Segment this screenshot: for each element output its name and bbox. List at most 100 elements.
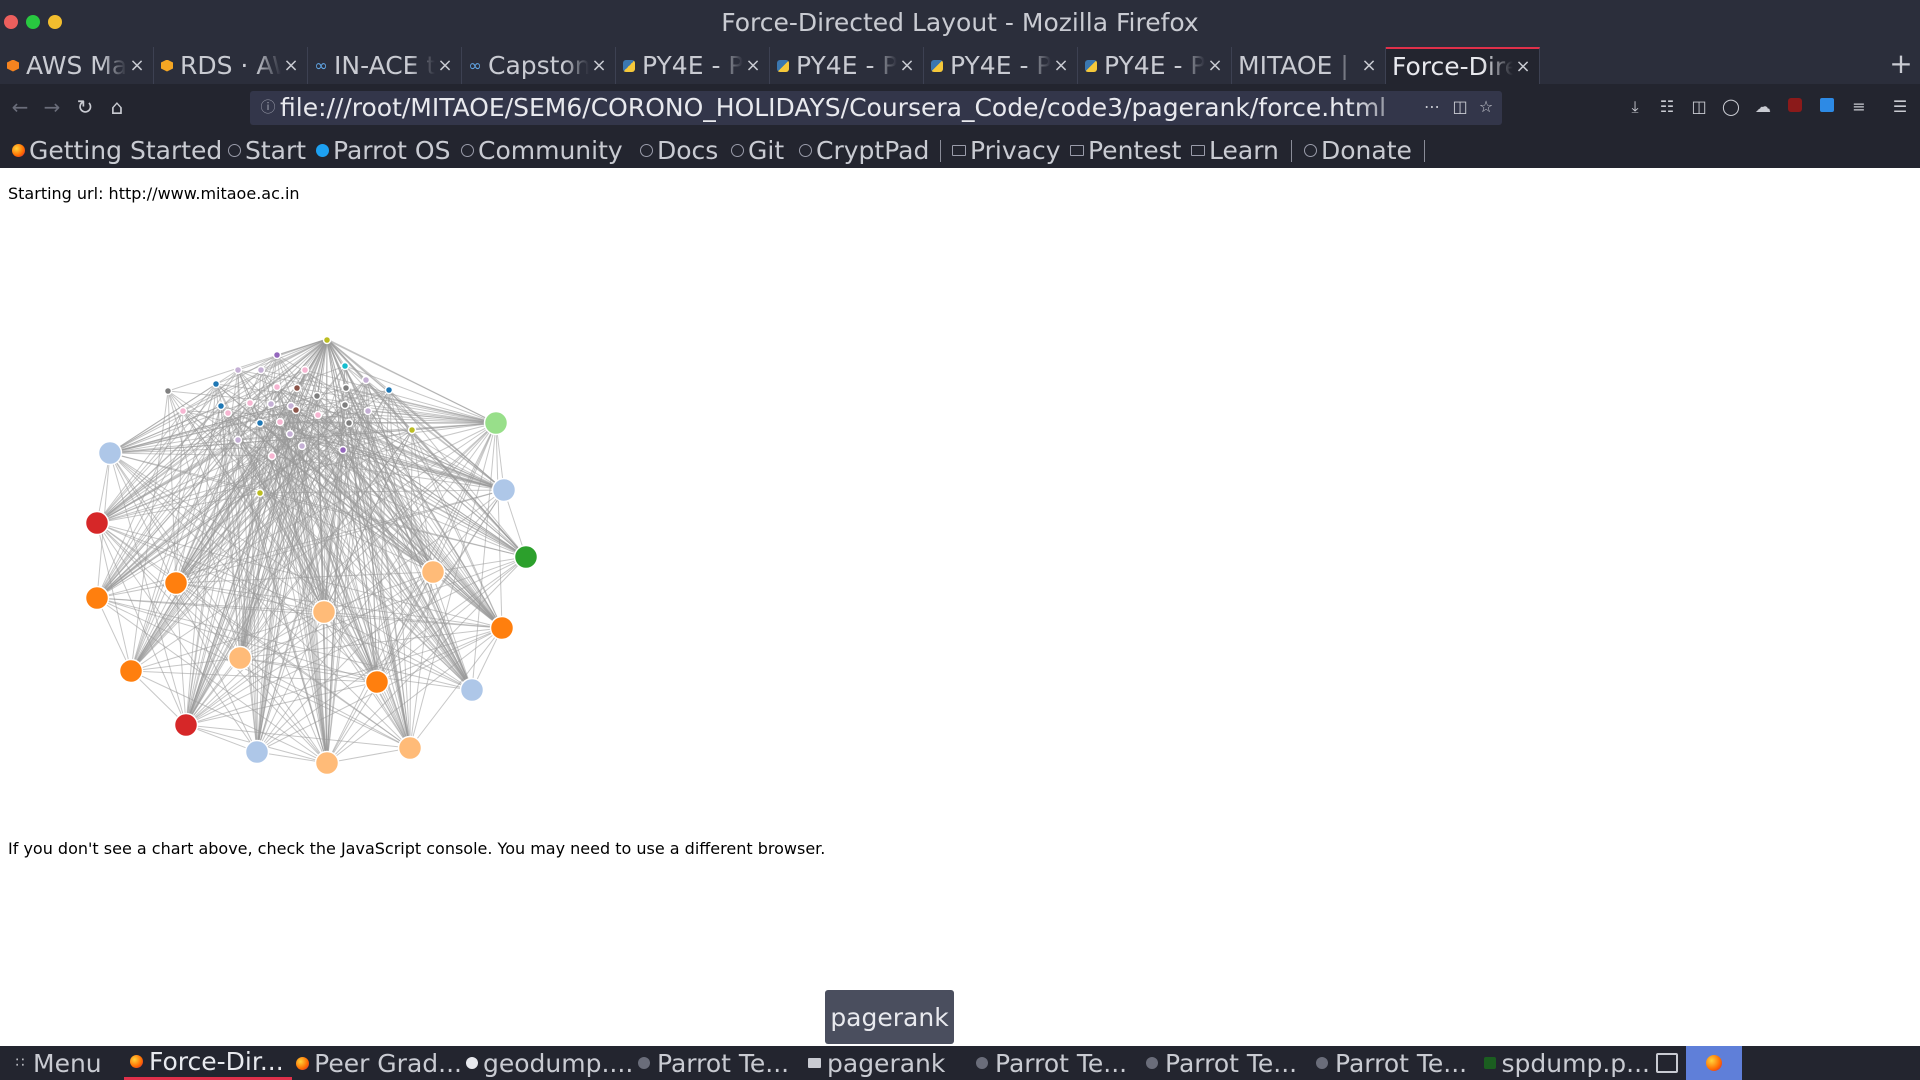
taskbar-item-1[interactable]: Force-Dir... bbox=[124, 1046, 292, 1080]
forward-button[interactable]: → bbox=[39, 94, 65, 120]
sidebar-icon[interactable]: ◫ bbox=[1687, 95, 1711, 119]
graph-node-small[interactable] bbox=[322, 335, 332, 345]
graph-node-small[interactable] bbox=[338, 445, 348, 455]
graph-node-small[interactable] bbox=[211, 379, 221, 389]
graph-node-small[interactable] bbox=[255, 488, 265, 498]
graph-node-small[interactable] bbox=[163, 386, 173, 396]
graph-node[interactable] bbox=[489, 615, 515, 641]
tab-close-icon[interactable]: × bbox=[281, 55, 301, 76]
graph-node-small[interactable] bbox=[267, 451, 277, 461]
tab-1[interactable]: AWS Management Console× bbox=[0, 47, 154, 84]
taskbar-item-9[interactable]: spdump.p... bbox=[1480, 1046, 1650, 1080]
tab-close-icon[interactable]: × bbox=[1359, 55, 1379, 76]
graph-node-small[interactable] bbox=[233, 365, 243, 375]
page-actions-icon[interactable]: ⋯ bbox=[1420, 95, 1444, 119]
graph-node-small[interactable] bbox=[344, 418, 354, 428]
bookmark-docs[interactable]: Docs bbox=[638, 132, 718, 168]
graph-node[interactable] bbox=[244, 739, 270, 765]
tab-close-icon[interactable]: × bbox=[127, 55, 147, 76]
reload-button[interactable]: ↻ bbox=[72, 94, 98, 120]
taskbar-item-8[interactable]: Parrot Te... bbox=[1310, 1046, 1480, 1080]
tab-8[interactable]: PY4E - Python× bbox=[1078, 47, 1232, 84]
graph-node-small[interactable] bbox=[313, 410, 323, 420]
download-icon[interactable]: ⤓ bbox=[1623, 95, 1647, 119]
graph-node-small[interactable] bbox=[223, 408, 233, 418]
bookmark-pentest[interactable]: Pentest bbox=[1069, 132, 1181, 168]
taskbar-item-3[interactable]: geodump.... bbox=[462, 1046, 632, 1080]
bookmark-parrot-os[interactable]: Parrot OS bbox=[314, 132, 450, 168]
bookmark-getting-started[interactable]: Getting Started bbox=[10, 132, 222, 168]
graph-node[interactable] bbox=[513, 544, 539, 570]
graph-node-small[interactable] bbox=[285, 429, 295, 439]
graph-node-small[interactable] bbox=[233, 435, 243, 445]
graph-node[interactable] bbox=[84, 585, 110, 611]
graph-node-small[interactable] bbox=[272, 382, 282, 392]
graph-node[interactable] bbox=[491, 477, 517, 503]
tab-7[interactable]: PY4E - Python× bbox=[924, 47, 1078, 84]
hamburger-menu-icon[interactable]: ☰ bbox=[1888, 95, 1912, 119]
graph-node-small[interactable] bbox=[245, 398, 255, 408]
info-icon[interactable]: ⓘ bbox=[258, 97, 278, 117]
graph-node-small[interactable] bbox=[292, 383, 302, 393]
graph-node[interactable] bbox=[227, 645, 253, 671]
graph-node[interactable] bbox=[483, 410, 509, 436]
url-bar[interactable]: ⓘ file:///root/MITAOE/SEM6/CORONO_HOLIDA… bbox=[250, 91, 1502, 125]
new-tab-button[interactable]: + bbox=[1882, 47, 1920, 84]
s-extension-icon[interactable] bbox=[1815, 95, 1839, 119]
tab-close-icon[interactable]: × bbox=[897, 55, 917, 76]
bookmark-donate[interactable]: Donate bbox=[1302, 132, 1412, 168]
taskbar-item-5[interactable]: pagerank bbox=[802, 1046, 970, 1080]
taskbar-item-6[interactable]: Parrot Te... bbox=[970, 1046, 1140, 1080]
graph-node-small[interactable] bbox=[256, 365, 266, 375]
bookmark-learn[interactable]: Learn bbox=[1190, 132, 1279, 168]
graph-node-small[interactable] bbox=[361, 375, 371, 385]
ublock-icon[interactable] bbox=[1783, 95, 1807, 119]
graph-node-small[interactable] bbox=[272, 350, 282, 360]
graph-node[interactable] bbox=[311, 599, 337, 625]
graph-node-small[interactable] bbox=[178, 406, 188, 416]
graph-node-small[interactable] bbox=[340, 400, 350, 410]
list-extension-icon[interactable]: ≡ bbox=[1847, 95, 1871, 119]
back-button[interactable]: ← bbox=[7, 94, 33, 120]
graph-node-small[interactable] bbox=[340, 361, 350, 371]
bookmark-cryptpad[interactable]: CryptPad bbox=[797, 132, 929, 168]
tray-firefox-launcher[interactable] bbox=[1686, 1046, 1742, 1080]
graph-node-small[interactable] bbox=[275, 417, 285, 427]
bookmark-git[interactable]: Git bbox=[729, 132, 784, 168]
bookmark-privacy[interactable]: Privacy bbox=[951, 132, 1061, 168]
graph-node-small[interactable] bbox=[341, 383, 351, 393]
graph-node-small[interactable] bbox=[291, 405, 301, 415]
pocket-icon[interactable]: ◫ bbox=[1448, 95, 1472, 119]
graph-node-small[interactable] bbox=[407, 425, 417, 435]
tab-9[interactable]: MITAOE | India× bbox=[1232, 47, 1386, 84]
tab-6[interactable]: PY4E - Python× bbox=[770, 47, 924, 84]
bookmark-community[interactable]: Community bbox=[459, 132, 623, 168]
extension-cloud-icon[interactable]: ☁ bbox=[1751, 95, 1775, 119]
taskbar-item-2[interactable]: Peer Grad... bbox=[292, 1046, 462, 1080]
graph-node[interactable] bbox=[420, 559, 446, 585]
taskbar-item-4[interactable]: Parrot Te... bbox=[632, 1046, 802, 1080]
graph-node-small[interactable] bbox=[312, 391, 322, 401]
tab-close-icon[interactable]: × bbox=[1205, 55, 1225, 76]
graph-node[interactable] bbox=[459, 677, 485, 703]
graph-node-small[interactable] bbox=[384, 385, 394, 395]
account-icon[interactable]: ◯ bbox=[1719, 95, 1743, 119]
graph-node[interactable] bbox=[314, 750, 340, 776]
graph-node-small[interactable] bbox=[300, 365, 310, 375]
start-menu-button[interactable]: ∷ Menu bbox=[8, 1046, 102, 1080]
graph-node-small[interactable] bbox=[363, 406, 373, 416]
home-button[interactable]: ⌂ bbox=[104, 94, 130, 120]
graph-node[interactable] bbox=[397, 735, 423, 761]
tab-close-icon[interactable]: × bbox=[435, 55, 455, 76]
tab-2[interactable]: RDS · AWS Console× bbox=[154, 47, 308, 84]
graph-node[interactable] bbox=[364, 669, 390, 695]
workspace-icon[interactable] bbox=[1656, 1053, 1678, 1073]
tab-5[interactable]: PY4E - Python× bbox=[616, 47, 770, 84]
graph-node-small[interactable] bbox=[255, 418, 265, 428]
url-text[interactable]: file:///root/MITAOE/SEM6/CORONO_HOLIDAYS… bbox=[280, 93, 1430, 122]
graph-node[interactable] bbox=[163, 570, 189, 596]
tab-close-icon[interactable]: × bbox=[1051, 55, 1071, 76]
taskbar-item-7[interactable]: Parrot Te... bbox=[1140, 1046, 1310, 1080]
library-icon[interactable]: ☷ bbox=[1655, 95, 1679, 119]
graph-node[interactable] bbox=[97, 440, 123, 466]
